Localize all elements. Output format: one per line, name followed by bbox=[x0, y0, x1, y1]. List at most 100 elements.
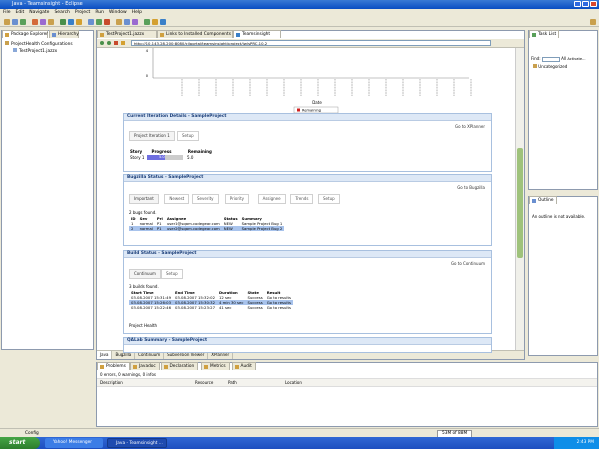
start-button[interactable]: start bbox=[0, 437, 40, 449]
tab-testproject1[interactable]: TestProject1.jazzx bbox=[97, 30, 157, 38]
goto-xplanner-link[interactable]: Go to XPlanner bbox=[455, 124, 485, 129]
tab-priority[interactable]: Priority bbox=[224, 194, 250, 204]
taskbar-yahoo[interactable]: Yahoo! Messenger bbox=[45, 438, 103, 448]
maximize-button[interactable] bbox=[582, 1, 589, 7]
open-type-icon[interactable] bbox=[48, 19, 54, 25]
file-icon bbox=[13, 48, 17, 52]
test-icon[interactable] bbox=[144, 19, 150, 25]
table-row[interactable]: 2 normal P1 user2@sqam.codegear.com NEW Sampl… bbox=[129, 226, 285, 231]
package-explorer-panel: Package Explorer Hierarchy ProjectHealth… bbox=[1, 30, 94, 350]
debug-icon[interactable] bbox=[32, 19, 38, 25]
tab-task-list[interactable]: Task List bbox=[529, 30, 559, 38]
minimize-button[interactable] bbox=[574, 1, 581, 7]
tab-package-explorer[interactable]: Package Explorer bbox=[2, 30, 48, 38]
table-row[interactable]: 03.08.2007 15:22:46 03.08.2007 15:23:27 41… bbox=[129, 305, 293, 310]
window-title: Java - Teamsinsight - Eclipse bbox=[12, 1, 83, 7]
stop-icon[interactable] bbox=[104, 19, 110, 25]
tab-important[interactable]: Important bbox=[129, 194, 159, 204]
menu-run[interactable]: Run bbox=[95, 9, 104, 17]
forward-icon[interactable] bbox=[107, 41, 111, 45]
print-icon[interactable] bbox=[20, 19, 26, 25]
tab-setup[interactable]: Setup bbox=[318, 194, 340, 204]
menu-bar: File Edit Navigate Search Project Run Window He… bbox=[0, 9, 599, 17]
package-icon[interactable] bbox=[132, 19, 138, 25]
outline-panel: Outline An outline is not available. bbox=[528, 196, 598, 356]
tab-teamsinsight[interactable]: Teamsinsight bbox=[233, 30, 281, 38]
section-title: Build Status - SampleProject bbox=[124, 251, 491, 258]
file-icon bbox=[100, 33, 104, 37]
back-icon[interactable] bbox=[100, 41, 104, 45]
tab-continuum[interactable]: Continuum bbox=[129, 269, 161, 279]
category-item[interactable]: Uncategorized bbox=[533, 64, 567, 69]
find-input[interactable] bbox=[541, 56, 560, 62]
scrollbar-thumb[interactable] bbox=[517, 148, 523, 258]
goto-bugzilla-link[interactable]: Go to Bugzilla bbox=[457, 185, 485, 190]
new-icon[interactable] bbox=[4, 19, 10, 25]
tab-declaration[interactable]: Declaration bbox=[160, 362, 199, 370]
menu-project[interactable]: Project bbox=[75, 9, 90, 17]
tab-audit[interactable]: Audit bbox=[231, 362, 256, 370]
java-perspective-icon[interactable] bbox=[590, 19, 596, 25]
table-cell: 2 bbox=[131, 226, 134, 231]
tab-javadoc[interactable]: Javadoc bbox=[130, 362, 160, 370]
tab-hierarchy[interactable]: Hierarchy bbox=[49, 30, 79, 38]
tab-setup[interactable]: Setup bbox=[161, 269, 183, 279]
tab-newest[interactable]: Newest bbox=[164, 194, 190, 204]
menu-window[interactable]: Window bbox=[109, 9, 127, 17]
close-button[interactable] bbox=[590, 1, 597, 7]
forward-icon[interactable] bbox=[76, 19, 82, 25]
view-icon bbox=[100, 365, 104, 369]
url-input[interactable] bbox=[131, 40, 491, 46]
col-resource[interactable]: Resource bbox=[195, 379, 213, 386]
editor-scrollbar[interactable] bbox=[515, 48, 524, 352]
iteration-headers: Story Progress Remaining bbox=[130, 149, 212, 154]
tab-project-iteration[interactable]: Project Iteration 1 bbox=[129, 131, 175, 141]
tab-metrics[interactable]: Metrics bbox=[201, 362, 230, 370]
save-icon[interactable] bbox=[12, 19, 18, 25]
section-title: QALab Summary - SampleProject bbox=[124, 338, 491, 345]
tree-item-project-health[interactable]: ProjectHealth Configurations bbox=[5, 41, 73, 48]
filter-all[interactable]: All bbox=[561, 56, 566, 61]
back-icon[interactable] bbox=[68, 19, 74, 25]
refresh-icon[interactable] bbox=[121, 41, 125, 45]
col-path[interactable]: Path bbox=[228, 379, 237, 386]
menu-help[interactable]: Help bbox=[132, 9, 142, 17]
run-icon[interactable] bbox=[40, 19, 46, 25]
package-icon bbox=[5, 33, 9, 37]
tree-item-jazzx[interactable]: TestProject1.jazzx bbox=[5, 48, 73, 55]
build-icon[interactable] bbox=[96, 19, 102, 25]
activate-link[interactable]: Activate... bbox=[567, 57, 585, 61]
search-icon[interactable] bbox=[60, 19, 66, 25]
folder-icon[interactable] bbox=[116, 19, 122, 25]
tab-trends[interactable]: Trends bbox=[290, 194, 314, 204]
refresh-icon[interactable] bbox=[88, 19, 94, 25]
bottom-tab-java[interactable]: Java bbox=[97, 351, 113, 359]
goto-continuum-link[interactable]: Go to Continuum bbox=[451, 261, 485, 266]
clock: 2:43 PM bbox=[576, 440, 594, 445]
tab-links-installed[interactable]: Links to Installed Components bbox=[157, 30, 233, 38]
stop-icon[interactable] bbox=[114, 41, 118, 45]
class-icon[interactable] bbox=[124, 19, 130, 25]
tab-severity[interactable]: Severity bbox=[192, 194, 219, 204]
browser-icon bbox=[236, 33, 240, 37]
browser-toolbar bbox=[97, 39, 524, 48]
problems-panel: Problems Javadoc Declaration Metrics Audit 0… bbox=[96, 362, 598, 427]
col-description[interactable]: Description bbox=[100, 379, 123, 386]
taskbar-java[interactable]: Java - Teamsinsight ... bbox=[107, 438, 167, 448]
outline-message: An outline is not available. bbox=[532, 214, 586, 219]
task-icon[interactable] bbox=[152, 19, 158, 25]
menu-file[interactable]: File bbox=[3, 9, 11, 17]
menu-search[interactable]: Search bbox=[54, 9, 69, 17]
browser-icon[interactable] bbox=[160, 19, 166, 25]
tab-outline[interactable]: Outline bbox=[529, 196, 557, 204]
tab-problems[interactable]: Problems bbox=[97, 362, 130, 370]
window-title-bar: Java - Teamsinsight - Eclipse bbox=[0, 0, 599, 9]
builds-found: 3 builds found. bbox=[129, 284, 159, 289]
x-axis-label: Date bbox=[312, 100, 322, 105]
tab-assignee[interactable]: Assignee bbox=[257, 194, 286, 204]
menu-navigate[interactable]: Navigate bbox=[29, 9, 49, 17]
tab-setup[interactable]: Setup bbox=[177, 131, 199, 141]
col-location[interactable]: Location bbox=[285, 379, 302, 386]
menu-edit[interactable]: Edit bbox=[16, 9, 25, 17]
file-icon bbox=[160, 33, 164, 37]
